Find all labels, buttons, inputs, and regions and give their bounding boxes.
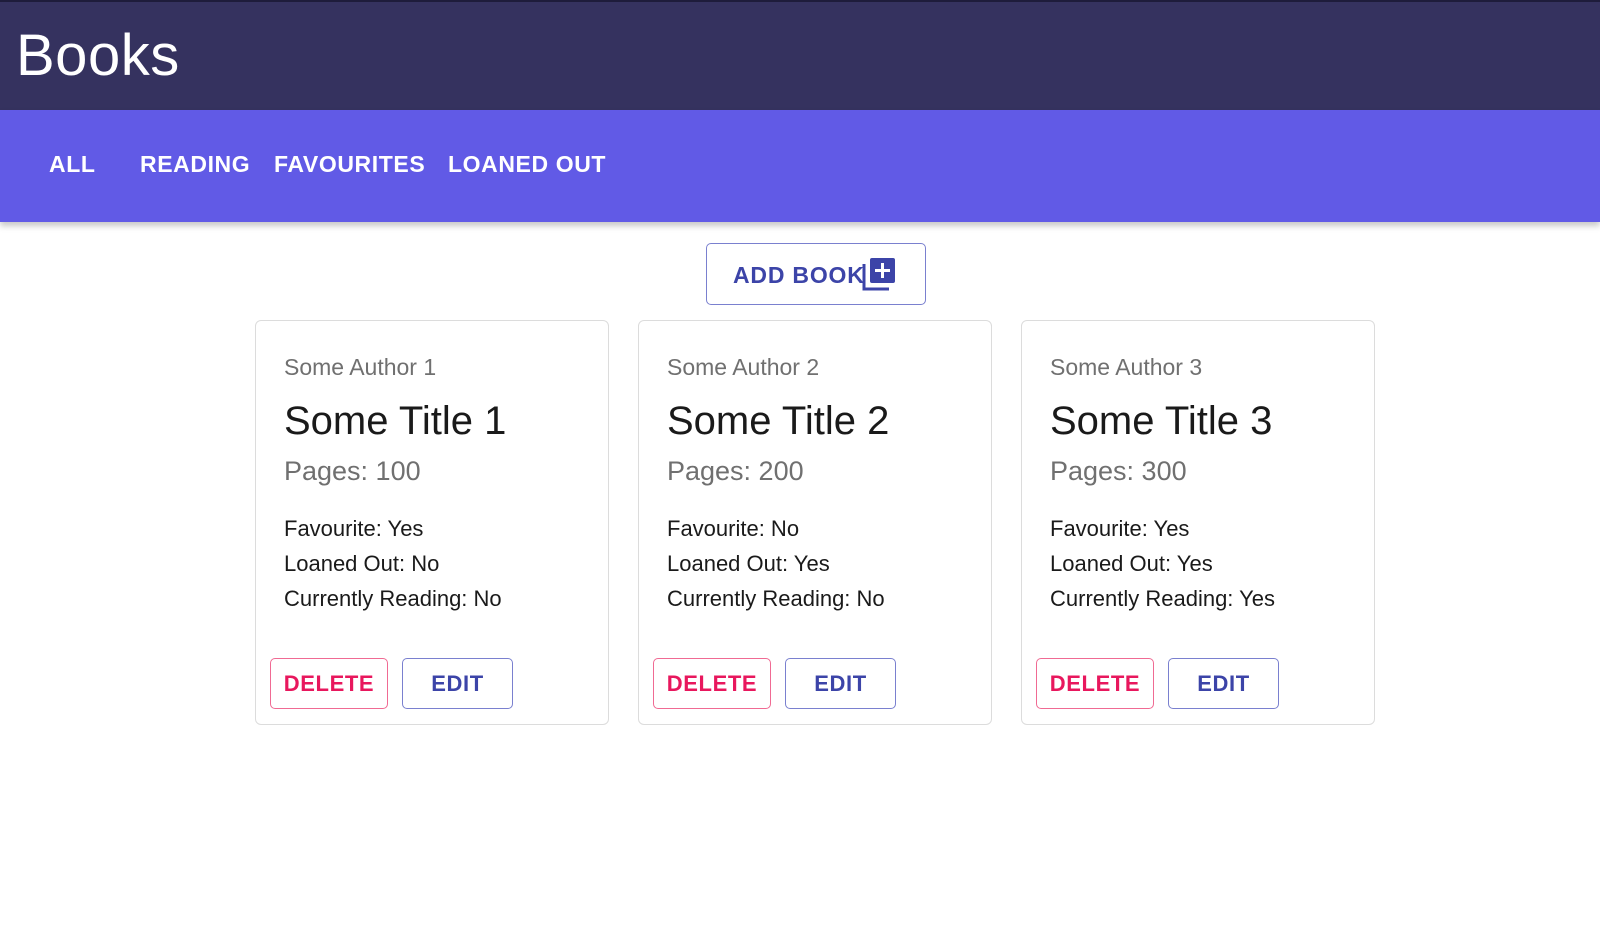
delete-button[interactable]: DELETE (270, 658, 388, 709)
app-bar: Books (0, 0, 1600, 110)
book-pages: Pages: 300 (1050, 456, 1187, 486)
book-author: Some Author 3 (1050, 354, 1203, 380)
tab-reading[interactable]: READING (140, 150, 250, 178)
book-pages: Pages: 200 (667, 456, 804, 486)
book-author: Some Author 2 (667, 354, 820, 380)
book-loaned-out-status: Loaned Out: Yes (1050, 551, 1213, 576)
book-card-2: Some Author 2 Some Title 2 Pages: 200 Fa… (638, 320, 992, 725)
book-title: Some Title 1 (284, 399, 507, 443)
book-reading-status: Currently Reading: No (284, 586, 502, 611)
delete-button[interactable]: DELETE (653, 658, 771, 709)
edit-button[interactable]: EDIT (785, 658, 896, 709)
book-title: Some Title 3 (1050, 399, 1273, 443)
book-pages: Pages: 100 (284, 456, 421, 486)
app-title: Books (16, 23, 180, 88)
add-book-button[interactable]: ADD BOOK (706, 243, 926, 305)
tab-bar: ALL READING FAVOURITES LOANED OUT (0, 110, 1600, 222)
book-author: Some Author 1 (284, 354, 437, 380)
book-title: Some Title 2 (667, 399, 890, 443)
book-card-1: Some Author 1 Some Title 1 Pages: 100 Fa… (255, 320, 609, 725)
add-book-label: ADD BOOK (733, 262, 865, 288)
tab-all[interactable]: ALL (49, 150, 96, 178)
book-favourite-status: Favourite: Yes (1050, 516, 1190, 541)
book-favourite-status: Favourite: Yes (284, 516, 424, 541)
book-card-3: Some Author 3 Some Title 3 Pages: 300 Fa… (1021, 320, 1375, 725)
edit-button[interactable]: EDIT (402, 658, 513, 709)
book-reading-status: Currently Reading: Yes (1050, 586, 1276, 611)
library-add-icon (862, 258, 895, 291)
delete-button[interactable]: DELETE (1036, 658, 1154, 709)
edit-button[interactable]: EDIT (1168, 658, 1279, 709)
book-favourite-status: Favourite: No (667, 516, 800, 541)
book-loaned-out-status: Loaned Out: No (284, 551, 440, 576)
book-loaned-out-status: Loaned Out: Yes (667, 551, 830, 576)
tab-loaned-out[interactable]: LOANED OUT (448, 150, 606, 178)
book-reading-status: Currently Reading: No (667, 586, 885, 611)
tab-favourites[interactable]: FAVOURITES (274, 150, 425, 178)
